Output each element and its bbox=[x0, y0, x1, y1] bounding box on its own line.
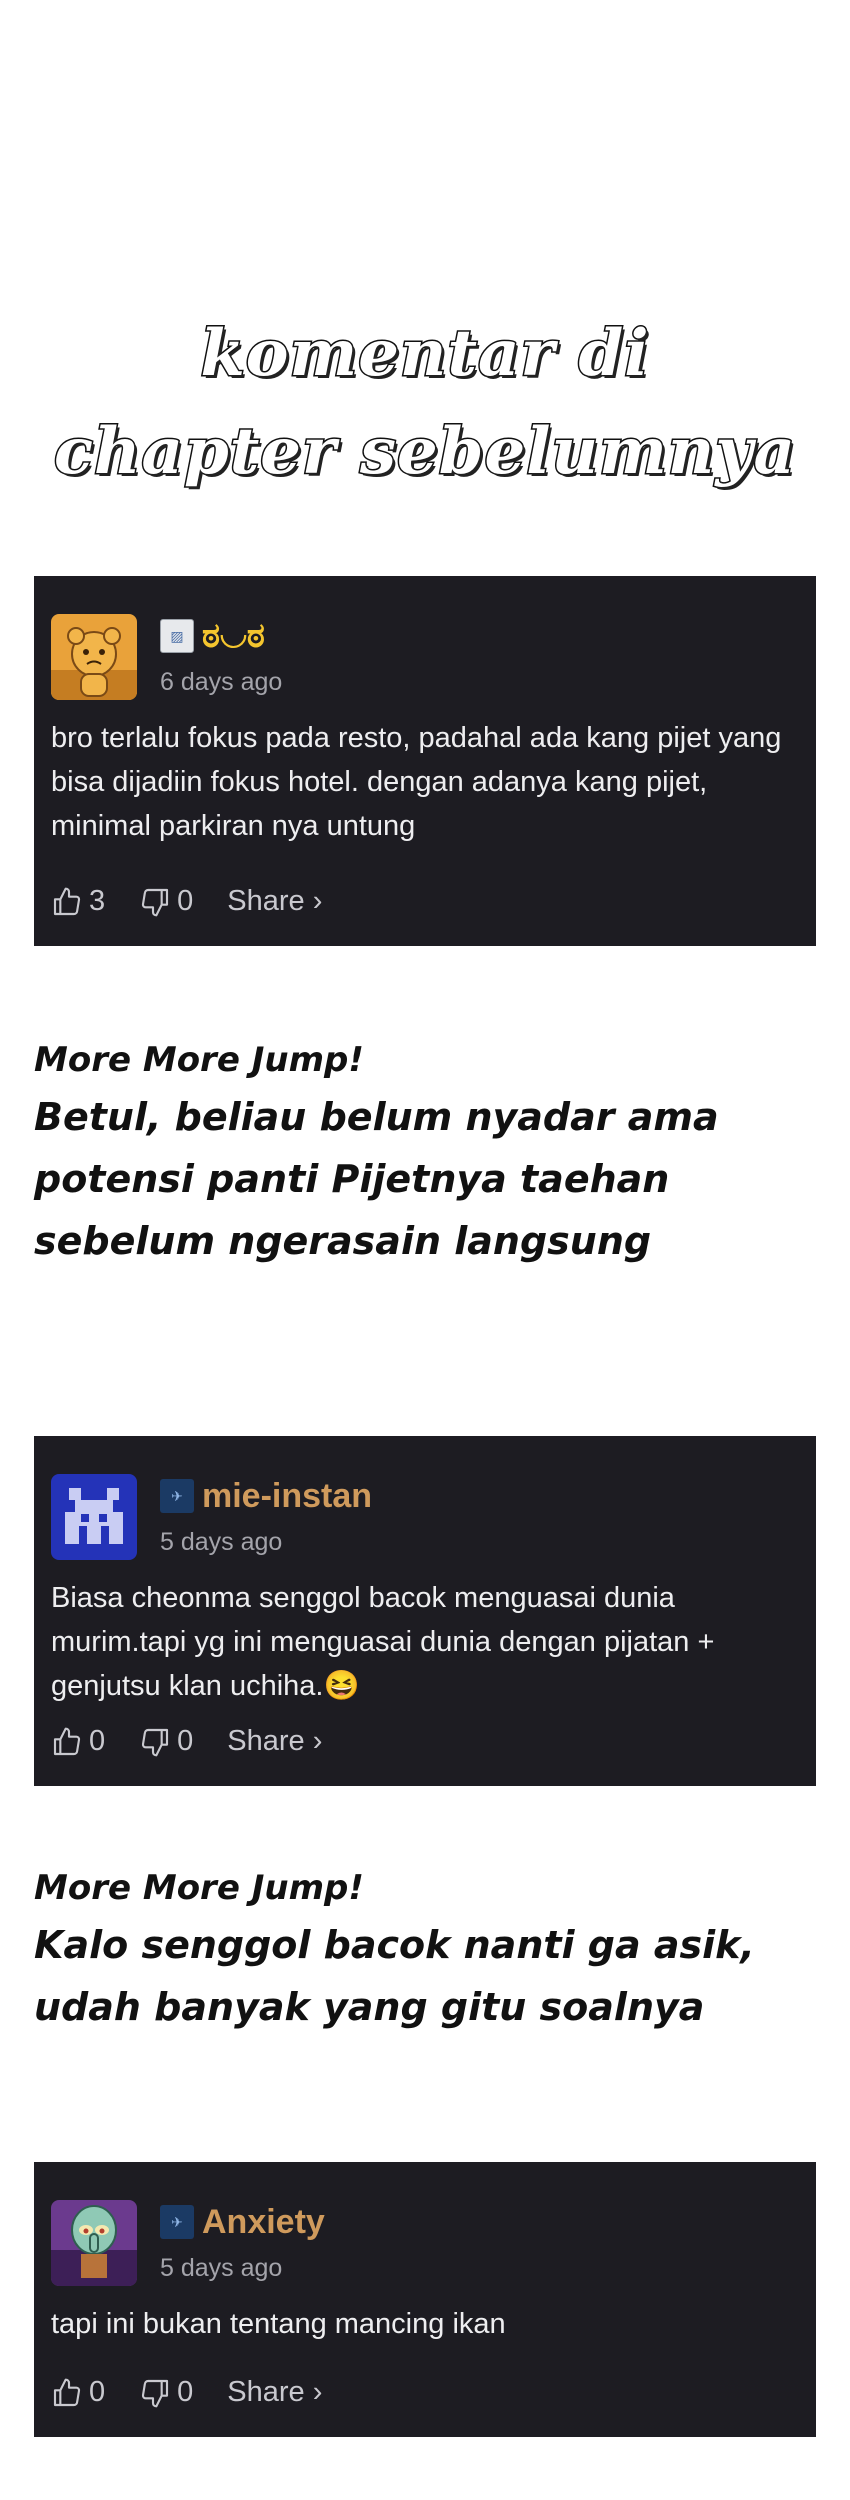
dislike-count: 0 bbox=[177, 885, 194, 917]
user-line: ▨ ಠ◡ಠ bbox=[160, 616, 265, 656]
pixel-invader-avatar-icon bbox=[51, 1474, 137, 1560]
like-button[interactable]: 0 bbox=[51, 1725, 105, 1758]
timestamp: 6 days ago bbox=[160, 668, 283, 696]
broken-image-icon: ▨ bbox=[160, 619, 194, 653]
like-count: 0 bbox=[89, 1725, 106, 1757]
reply-text: Betul, beliau belum nyadar ama potensi p… bbox=[34, 1095, 719, 1263]
squidward-avatar-icon bbox=[51, 2200, 137, 2286]
share-button[interactable]: Share › bbox=[227, 885, 322, 918]
comment-text: bro terlalu fokus pada resto, padahal ad… bbox=[51, 722, 782, 842]
reply-author: More More Jump! bbox=[34, 1868, 364, 1908]
avatar[interactable] bbox=[51, 1474, 137, 1560]
thumbs-up-icon bbox=[53, 1727, 81, 1755]
comment-text: Biasa cheonma senggol bacok menguasai du… bbox=[51, 1582, 715, 1702]
user-line: ✈ Anxiety bbox=[160, 2202, 325, 2242]
thumbs-up-icon bbox=[53, 2378, 81, 2406]
heading-line-1: komentar di bbox=[199, 315, 650, 393]
avatar[interactable] bbox=[51, 2200, 137, 2286]
share-label: Share › bbox=[227, 1725, 323, 1757]
dislike-button[interactable]: 0 bbox=[139, 2376, 193, 2409]
reply-author: More More Jump! bbox=[34, 1040, 364, 1080]
cartoon-bear-avatar-icon bbox=[51, 614, 137, 700]
comment-actions: 0 0 Share › bbox=[51, 2376, 322, 2409]
avatar[interactable] bbox=[51, 614, 137, 700]
timestamp: 5 days ago bbox=[160, 2254, 283, 2282]
thumbs-down-icon bbox=[142, 888, 169, 916]
like-count: 3 bbox=[89, 885, 106, 917]
comment-card: ▨ ಠ◡ಠ 6 days ago bro terlalu fokus pada … bbox=[34, 576, 816, 946]
dislike-count: 0 bbox=[177, 1725, 194, 1757]
section-heading: komentar di chapter sebelumnya bbox=[0, 305, 850, 501]
dislike-button[interactable]: 0 bbox=[139, 1725, 193, 1758]
like-button[interactable]: 3 bbox=[51, 885, 105, 918]
reply-text: Kalo senggol bacok nanti ga asik, udah b… bbox=[34, 1923, 755, 2029]
thumbs-down-icon bbox=[142, 2379, 169, 2407]
timestamp: 5 days ago bbox=[160, 1528, 283, 1556]
dislike-count: 0 bbox=[177, 2376, 194, 2408]
username[interactable]: ಠ◡ಠ bbox=[202, 617, 265, 656]
flag-icon: ✈ bbox=[160, 1479, 194, 1513]
username[interactable]: mie-instan bbox=[202, 1477, 372, 1516]
share-label: Share › bbox=[227, 2376, 323, 2408]
comment-actions: 0 0 Share › bbox=[51, 1725, 322, 1758]
heading-line-2: chapter sebelumnya bbox=[53, 413, 797, 491]
share-label: Share › bbox=[227, 885, 323, 917]
username[interactable]: Anxiety bbox=[202, 2203, 325, 2242]
comment-card: ✈ mie-instan 5 days ago Biasa cheonma se… bbox=[34, 1436, 816, 1786]
like-button[interactable]: 0 bbox=[51, 2376, 105, 2409]
comment-card: ✈ Anxiety 5 days ago tapi ini bukan tent… bbox=[34, 2162, 816, 2437]
comment-text: tapi ini bukan tentang mancing ikan bbox=[51, 2308, 506, 2340]
comment-actions: 3 0 Share › bbox=[51, 885, 322, 918]
thumbs-up-icon bbox=[53, 887, 81, 915]
dislike-button[interactable]: 0 bbox=[139, 885, 193, 918]
reply-block: More More Jump! Betul, beliau belum nyad… bbox=[34, 1034, 834, 1272]
share-button[interactable]: Share › bbox=[227, 2376, 322, 2409]
reply-block: More More Jump! Kalo senggol bacok nanti… bbox=[34, 1862, 834, 2038]
thumbs-down-icon bbox=[142, 1728, 169, 1756]
like-count: 0 bbox=[89, 2376, 106, 2408]
user-line: ✈ mie-instan bbox=[160, 1476, 372, 1516]
flag-icon: ✈ bbox=[160, 2205, 194, 2239]
share-button[interactable]: Share › bbox=[227, 1725, 322, 1758]
